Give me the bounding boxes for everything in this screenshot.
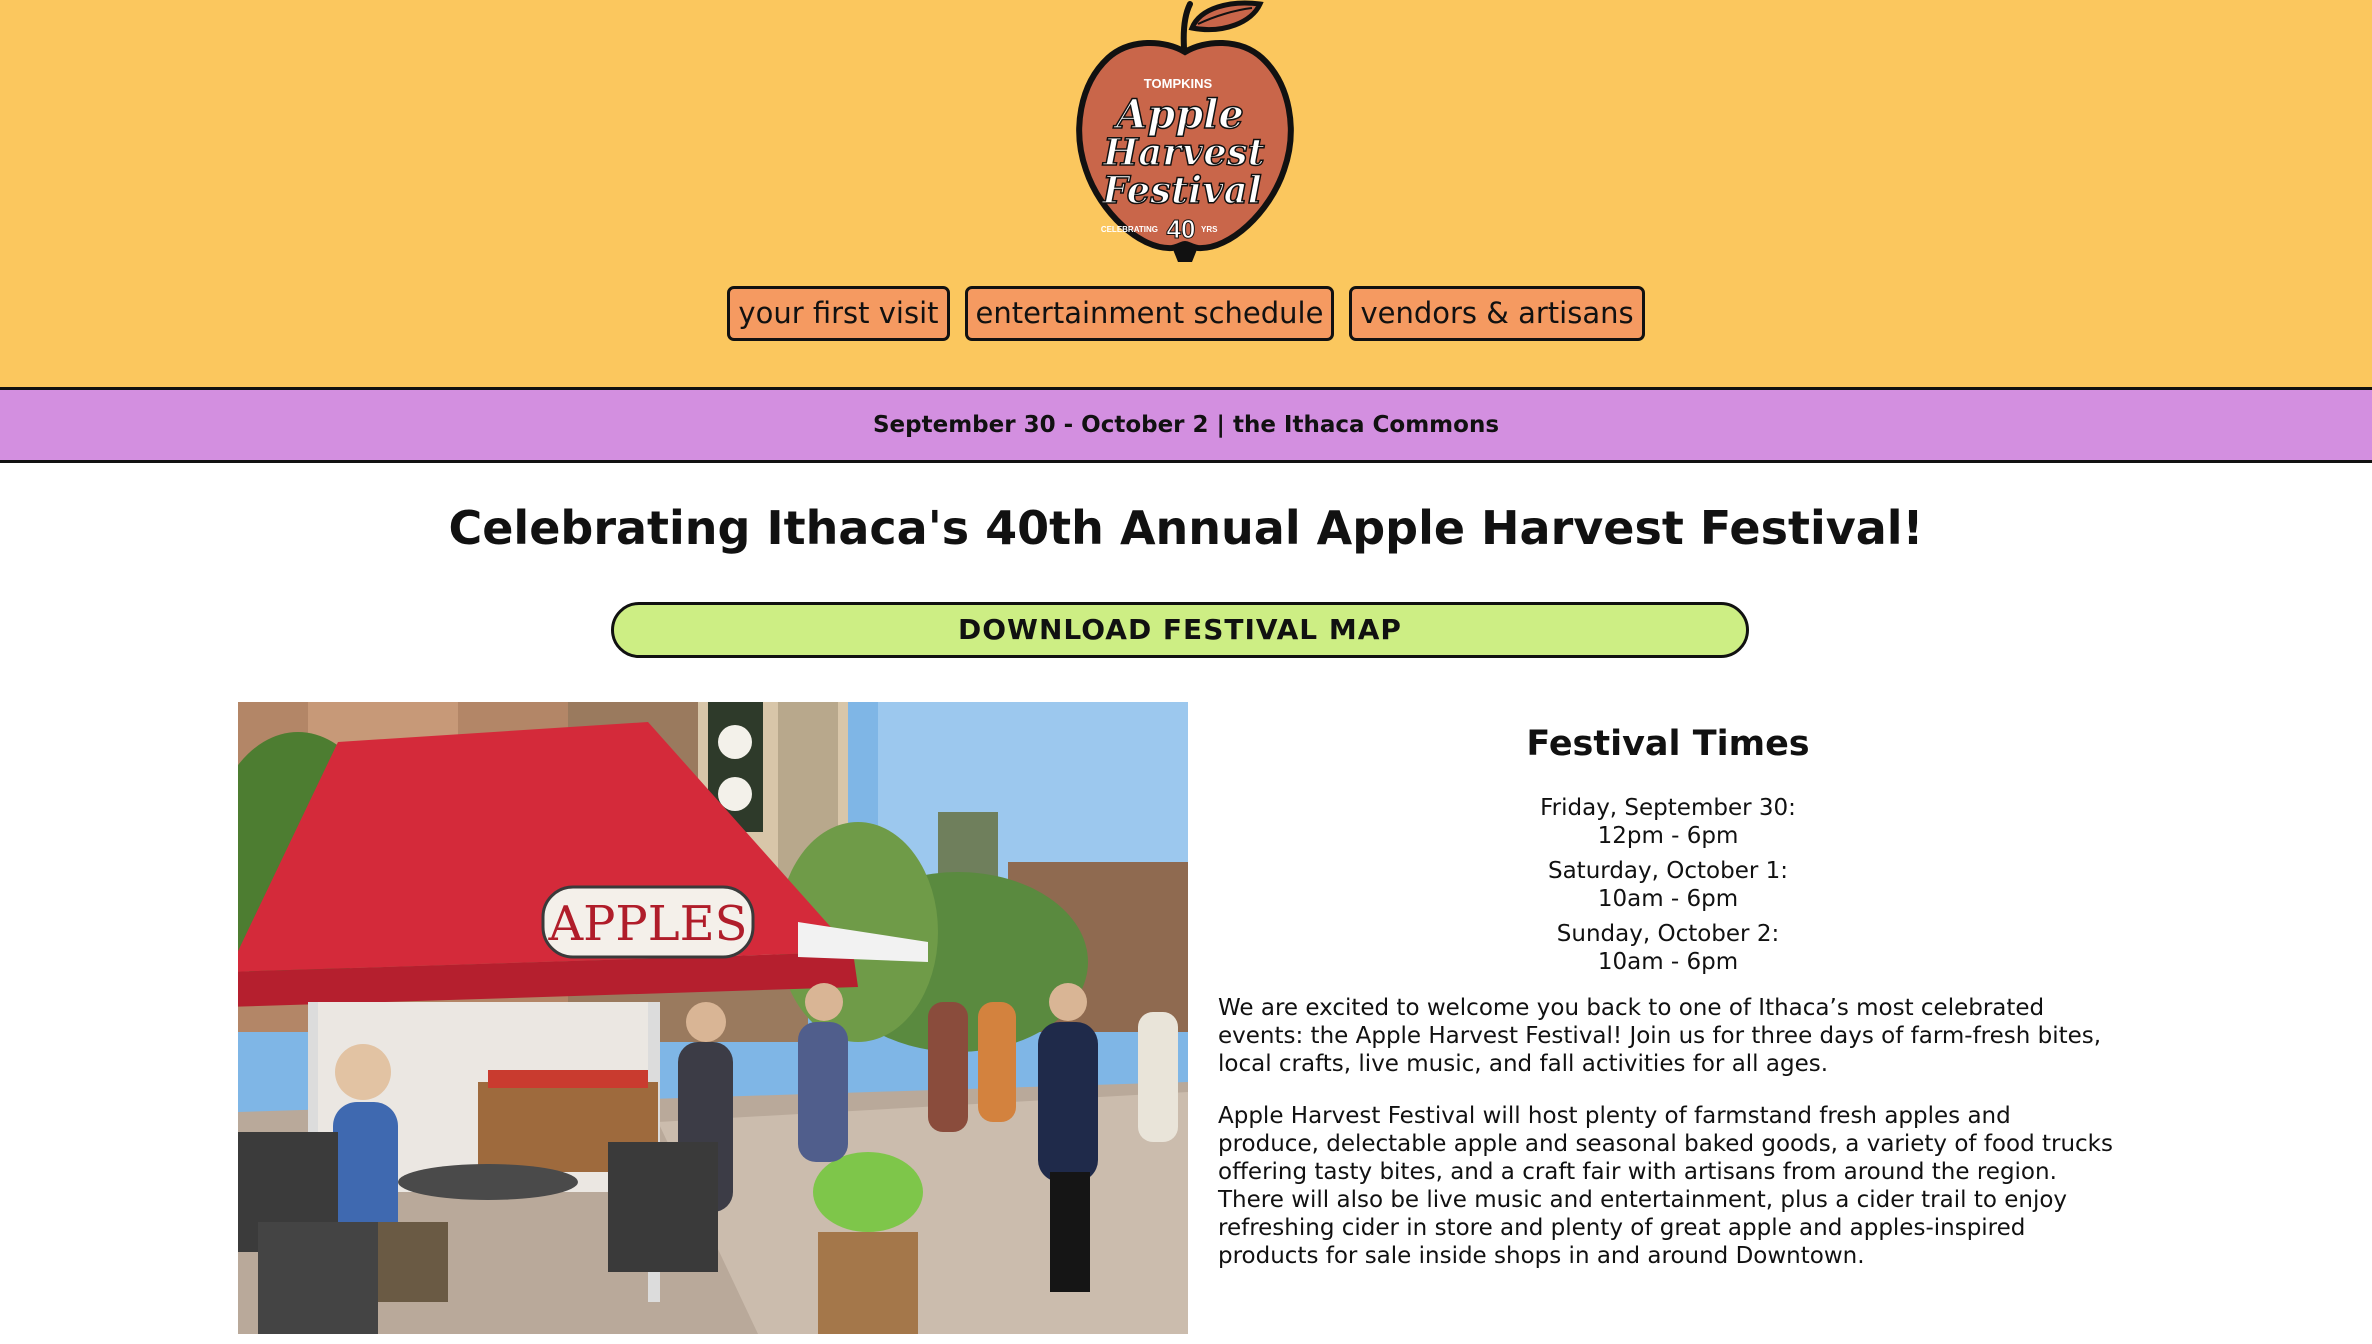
intro-paragraph: We are excited to welcome you back to on… [1218, 995, 2102, 1077]
nav-vendors-artisans[interactable]: vendors & artisans [1349, 286, 1645, 341]
main-nav: your first visit entertainment schedule … [0, 286, 2372, 341]
festival-info: Festival Times Friday, September 30: 12p… [1218, 720, 2118, 1294]
festival-day-label: Friday, September 30: [1540, 795, 1796, 821]
download-festival-map-button[interactable]: DOWNLOAD FESTIVAL MAP [611, 602, 1749, 658]
nav-entertainment-schedule[interactable]: entertainment schedule [964, 286, 1335, 341]
festival-day: Saturday, October 1: 10am - 6pm [1218, 857, 2118, 913]
festival-day: Sunday, October 2: 10am - 6pm [1218, 920, 2118, 976]
festival-times-heading: Festival Times [1526, 724, 1810, 764]
festival-photo: APPLES [238, 702, 1188, 1334]
site-header: TOMPKINS Apple Harvest Festival CELEBRAT… [0, 0, 2372, 387]
logo-line-festival: Festival [1101, 168, 1261, 212]
logo-brand: TOMPKINS [1144, 76, 1213, 91]
festival-day-hours: 10am - 6pm [1597, 886, 1739, 912]
festival-day: Friday, September 30: 12pm - 6pm [1218, 794, 2118, 850]
festival-day-label: Sunday, October 2: [1556, 921, 1780, 947]
details-paragraph: Apple Harvest Festival will host plenty … [1218, 1103, 2113, 1269]
apple-leaf [1188, 0, 1264, 33]
nav-your-first-visit[interactable]: your first visit [727, 286, 950, 341]
festival-day-hours: 12pm - 6pm [1597, 823, 1739, 849]
apple-stem [1180, 1, 1193, 51]
page-title: Celebrating Ithaca's 40th Annual Apple H… [448, 501, 1924, 555]
festival-logo[interactable]: TOMPKINS Apple Harvest Festival CELEBRAT… [1060, 0, 1310, 270]
date-location-banner: September 30 - October 2 | the Ithaca Co… [0, 387, 2372, 463]
apples-sign-text: APPLES [547, 896, 747, 952]
logo-badge-number: 40 [1167, 214, 1196, 244]
logo-badge-prefix: CELEBRATING [1101, 225, 1158, 234]
festival-times-list: Friday, September 30: 12pm - 6pm Saturda… [1218, 794, 2118, 976]
festival-day-label: Saturday, October 1: [1547, 858, 1788, 884]
logo-badge-suffix: YRS [1201, 225, 1218, 234]
festival-day-hours: 10am - 6pm [1597, 949, 1739, 975]
